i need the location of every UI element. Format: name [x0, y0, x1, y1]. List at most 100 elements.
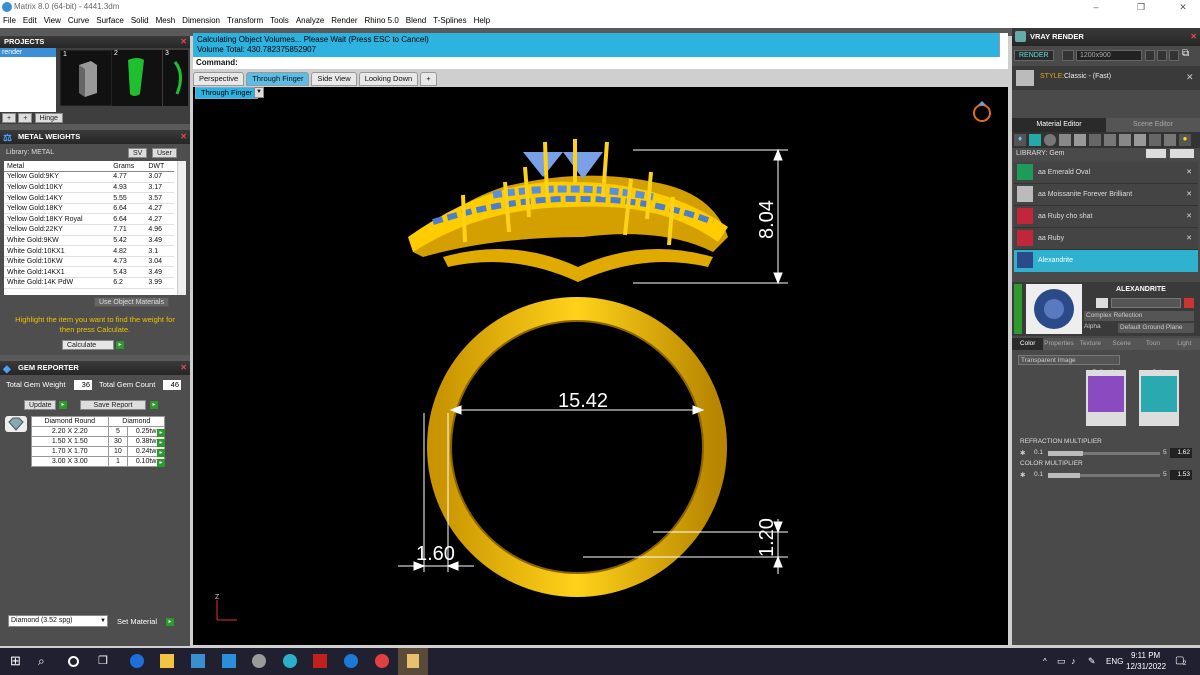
reflection-select[interactable]: Complex Reflection: [1084, 311, 1194, 321]
close-icon[interactable]: ✕: [1186, 190, 1192, 198]
edge-icon[interactable]: [130, 654, 144, 668]
set-material-button[interactable]: Set Material: [117, 617, 157, 626]
ring-icon[interactable]: [971, 99, 993, 123]
list-item[interactable]: aa Emerald Oval ✕: [1014, 162, 1198, 184]
color-slider[interactable]: [1048, 473, 1160, 478]
menu-blend[interactable]: Blend: [406, 14, 426, 28]
menu-render[interactable]: Render: [331, 14, 357, 28]
play-icon[interactable]: ▸: [59, 401, 67, 409]
sv-button[interactable]: SV: [128, 148, 148, 158]
app-icon-1[interactable]: [252, 654, 266, 668]
table-row[interactable]: White Gold:10KX1 4.82 3.1: [4, 246, 174, 257]
refraction-value[interactable]: 1.62: [1170, 448, 1192, 458]
play-icon[interactable]: ▸: [157, 449, 165, 457]
table-row[interactable]: Yellow Gold:14KY 5.55 3.57: [4, 193, 174, 204]
user-button[interactable]: User: [152, 148, 177, 158]
tab-scene-editor[interactable]: Scene Editor: [1106, 118, 1200, 132]
user-button[interactable]: [1170, 149, 1194, 158]
chain-icon[interactable]: [1096, 298, 1108, 308]
light-icon[interactable]: ●: [1179, 134, 1191, 146]
material-tool-icon[interactable]: [1074, 134, 1086, 146]
save-report-button[interactable]: Save Report: [80, 400, 146, 410]
minimize-button[interactable]: –: [1081, 0, 1111, 14]
tab-color[interactable]: Color: [1012, 338, 1044, 350]
menu-help[interactable]: Help: [474, 14, 490, 28]
tab-through-finger[interactable]: Through Finger: [246, 72, 310, 86]
material-tool-icon[interactable]: [1104, 134, 1116, 146]
mail-icon[interactable]: [222, 654, 236, 668]
close-icon[interactable]: ✕: [1190, 28, 1197, 46]
menu-analyze[interactable]: Analyze: [296, 14, 324, 28]
refraction-swatch[interactable]: Refraction: [1086, 370, 1126, 426]
folder-icon[interactable]: [1157, 50, 1167, 61]
menu-rhino[interactable]: Rhino 5.0: [365, 14, 399, 28]
table-row[interactable]: Yellow Gold:9KY 4.77 3.07: [4, 172, 174, 183]
task-view-icon[interactable]: ❐: [98, 654, 112, 668]
list-item[interactable]: aa Ruby cho shat ✕: [1014, 206, 1198, 228]
store-icon[interactable]: [191, 654, 205, 668]
sphere-icon[interactable]: [1044, 134, 1056, 146]
menu-tools[interactable]: Tools: [270, 14, 289, 28]
settings-icon[interactable]: [1145, 50, 1155, 61]
play-icon[interactable]: ▸: [150, 401, 158, 409]
list-item[interactable]: aa Moissanite Forever Brilliant ✕: [1014, 184, 1198, 206]
list-item-selected[interactable]: Alexandrite: [1014, 250, 1198, 272]
reset-icon[interactable]: [1184, 298, 1194, 308]
table-row[interactable]: 2.20 X 2.20 5 0.25tw: [31, 426, 165, 437]
tab-light[interactable]: Light: [1168, 338, 1200, 350]
menu-edit[interactable]: Edit: [23, 14, 37, 28]
pen-icon[interactable]: ✎: [1088, 656, 1096, 667]
material-tool-icon[interactable]: [1119, 134, 1131, 146]
matrix-taskbar-button[interactable]: [398, 648, 428, 675]
clock-time[interactable]: 9:11 PM: [1131, 651, 1160, 660]
app-icon-3[interactable]: [313, 654, 327, 668]
chrome-icon[interactable]: [375, 654, 389, 668]
network-icon[interactable]: ▭: [1057, 656, 1066, 667]
menu-file[interactable]: File: [3, 14, 16, 28]
material-tool-icon[interactable]: [1089, 134, 1101, 146]
calculate-button[interactable]: Calculate: [62, 340, 114, 350]
play-icon[interactable]: ▸: [157, 459, 165, 467]
windows-start-icon[interactable]: ⊞: [10, 654, 24, 668]
transparent-select[interactable]: Transparent Image: [1018, 355, 1120, 365]
close-icon[interactable]: ✕: [1186, 234, 1192, 242]
viewport[interactable]: Through Finger ▼ 15.42 1.60 8.04 1.20 Z: [193, 87, 1008, 645]
app-icon-2[interactable]: [283, 654, 297, 668]
play-icon[interactable]: ▸: [157, 429, 165, 437]
clock-date[interactable]: 12/31/2022: [1126, 662, 1166, 671]
tab-scene[interactable]: Scene: [1105, 338, 1138, 350]
ground-select[interactable]: Default Ground Plane: [1118, 323, 1194, 333]
cube-icon[interactable]: ⧉: [1182, 48, 1189, 59]
table-row[interactable]: Yellow Gold:18KY 6.64 4.27: [4, 203, 174, 214]
image-icon[interactable]: [1169, 50, 1179, 61]
play-icon[interactable]: ▸: [157, 439, 165, 447]
project-thumb-2[interactable]: 2: [112, 50, 162, 106]
menu-surface[interactable]: Surface: [96, 14, 124, 28]
table-row[interactable]: Yellow Gold:18KY Royal 6.64 4.27: [4, 214, 174, 225]
material-slider[interactable]: [1111, 298, 1181, 308]
tab-properties[interactable]: Properties: [1043, 338, 1075, 350]
table-row[interactable]: Yellow Gold:10KY 4.93 3.17: [4, 182, 174, 193]
close-icon[interactable]: ✕: [180, 36, 187, 48]
material-tool-icon[interactable]: [1164, 134, 1176, 146]
close-icon[interactable]: ✕: [1186, 212, 1192, 220]
project-thumb-1[interactable]: 1: [60, 50, 112, 106]
drop-icon[interactable]: ♦: [1014, 134, 1026, 146]
table-row[interactable]: White Gold:10KW 4.73 3.04: [4, 256, 174, 267]
close-icon[interactable]: ✕: [1186, 168, 1192, 176]
material-tool-icon[interactable]: [1134, 134, 1146, 146]
color-swatch[interactable]: Color: [1139, 370, 1179, 426]
menu-tsplines[interactable]: T-Splines: [433, 14, 466, 28]
camera-icon[interactable]: [1062, 50, 1074, 61]
add-project-button[interactable]: +: [2, 113, 17, 123]
use-object-materials-button[interactable]: Use Object Materials: [94, 297, 169, 307]
maximize-button[interactable]: ❐: [1126, 0, 1156, 14]
search-icon[interactable]: ⌕: [38, 654, 52, 668]
play-icon[interactable]: ▸: [116, 341, 124, 349]
material-tool-icon[interactable]: [1059, 134, 1071, 146]
tab-side-view[interactable]: Side View: [311, 72, 357, 86]
menu-solid[interactable]: Solid: [131, 14, 149, 28]
file-explorer-icon[interactable]: [160, 654, 174, 668]
list-item[interactable]: aa Ruby ✕: [1014, 228, 1198, 250]
table-row[interactable]: 3.00 X 3.00 1 0.10tw: [31, 456, 165, 467]
